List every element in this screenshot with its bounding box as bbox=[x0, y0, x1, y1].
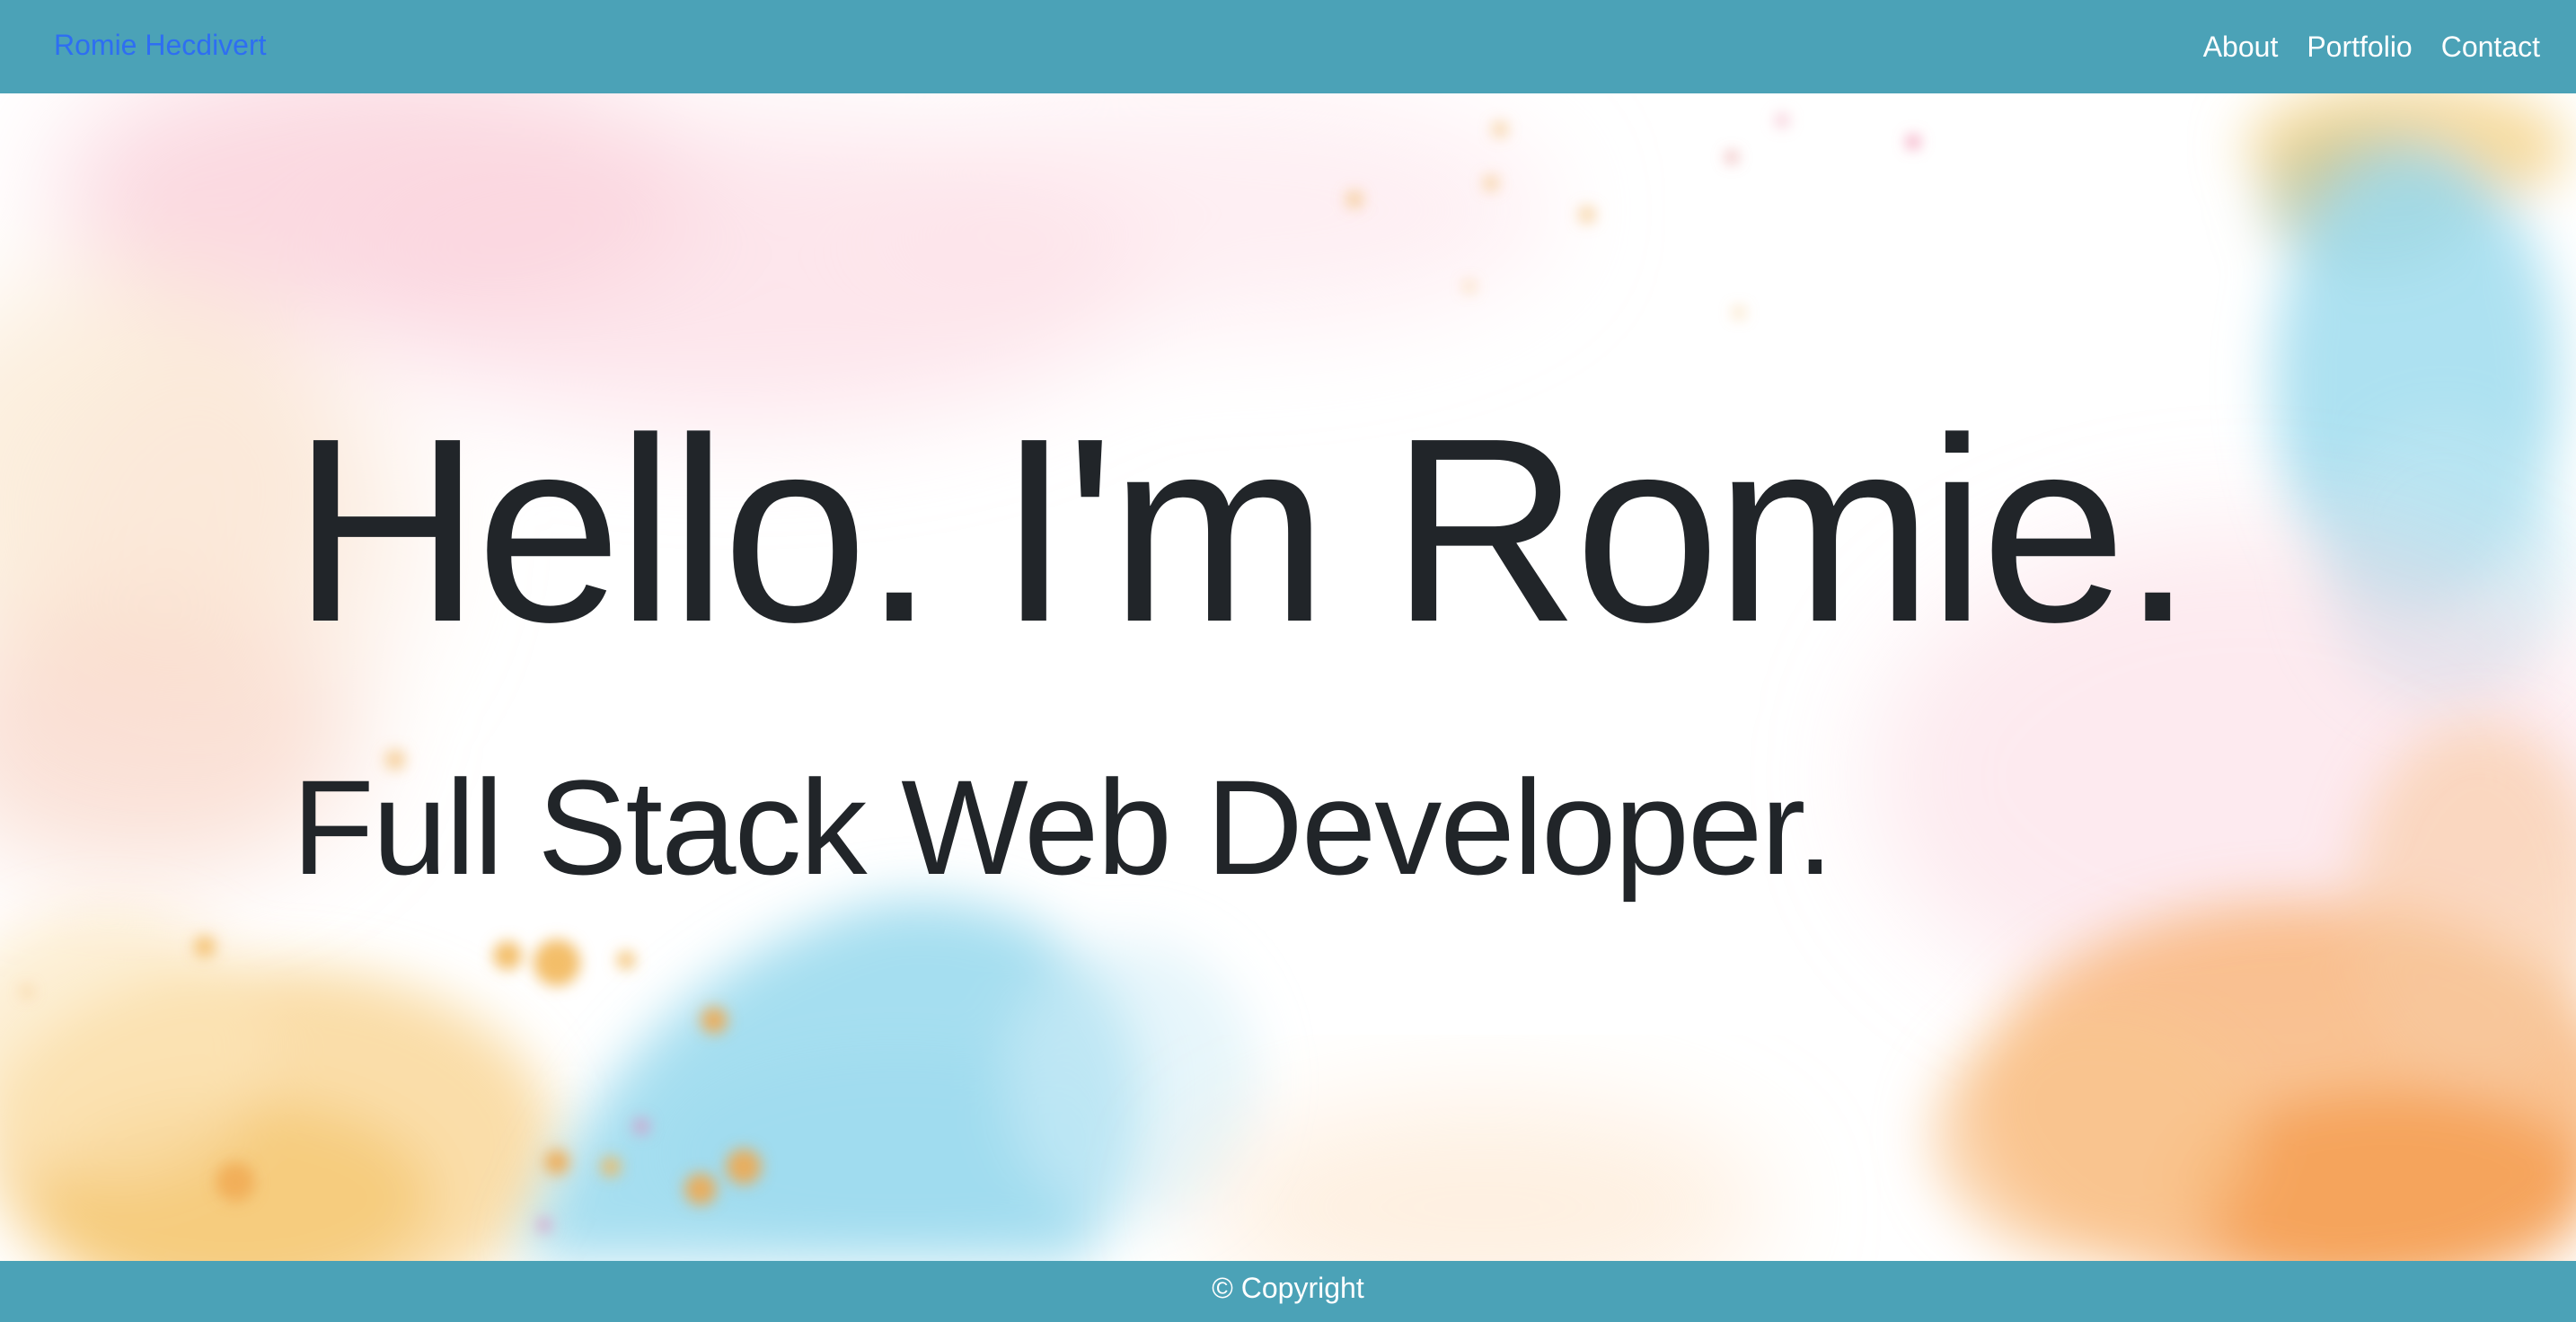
copyright-text: © Copyright bbox=[1212, 1272, 1364, 1304]
page: Romie Hecdivert About Portfolio Contact bbox=[0, 0, 2576, 1322]
nav-link-contact[interactable]: Contact bbox=[2441, 31, 2540, 64]
hero-subtitle: Full Stack Web Developer. bbox=[292, 752, 1834, 903]
watercolor-background bbox=[0, 93, 2576, 1261]
navbar: Romie Hecdivert About Portfolio Contact bbox=[0, 0, 2576, 93]
nav-link-portfolio[interactable]: Portfolio bbox=[2307, 31, 2412, 64]
yellow-watercolor-splash bbox=[0, 911, 557, 1261]
brand-link[interactable]: Romie Hecdivert bbox=[54, 0, 267, 93]
nav-links: About Portfolio Contact bbox=[2175, 0, 2540, 93]
footer: © Copyright bbox=[0, 1261, 2576, 1322]
peach-haze-bottom bbox=[1195, 1099, 1769, 1261]
hero-section: Hello. I'm Romie. Full Stack Web Develop… bbox=[0, 93, 2576, 1261]
nav-link-about[interactable]: About bbox=[2203, 31, 2279, 64]
hero-title: Hello. I'm Romie. bbox=[292, 383, 2194, 676]
